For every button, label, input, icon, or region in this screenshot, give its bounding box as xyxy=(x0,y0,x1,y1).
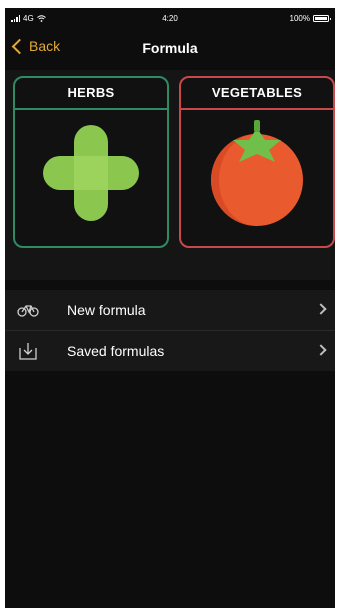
download-icon xyxy=(19,343,37,360)
new-formula-row[interactable]: New formula xyxy=(5,290,335,330)
status-time: 4:20 xyxy=(162,14,178,23)
chevron-right-icon xyxy=(315,344,327,356)
navigation-bar: Back Formula xyxy=(5,30,335,66)
status-right: 100% xyxy=(289,14,331,23)
vegetables-card[interactable]: VEGETABLES xyxy=(179,76,335,248)
vegetables-card-title: VEGETABLES xyxy=(181,78,333,110)
formula-menu: New formula Saved formulas xyxy=(5,290,335,371)
category-cards: HERBS VEGETABLES xyxy=(5,70,335,280)
new-formula-label: New formula xyxy=(67,302,146,318)
phone-screen: 4G 4:20 100% Back Formula HERBS VEGETABL… xyxy=(5,8,335,608)
chevron-right-icon xyxy=(315,303,327,315)
cross-icon xyxy=(43,125,139,221)
battery-percent: 100% xyxy=(289,14,310,23)
saved-formulas-label: Saved formulas xyxy=(67,343,165,359)
page-title: Formula xyxy=(142,40,198,56)
herbs-card[interactable]: HERBS xyxy=(13,76,169,248)
herbs-card-title: HERBS xyxy=(15,78,167,110)
status-bar: 4G 4:20 100% xyxy=(5,8,335,28)
tomato-icon xyxy=(211,120,303,226)
saved-formulas-row[interactable]: Saved formulas xyxy=(5,330,335,371)
battery-icon xyxy=(313,15,331,22)
bicycle-icon xyxy=(17,305,39,317)
